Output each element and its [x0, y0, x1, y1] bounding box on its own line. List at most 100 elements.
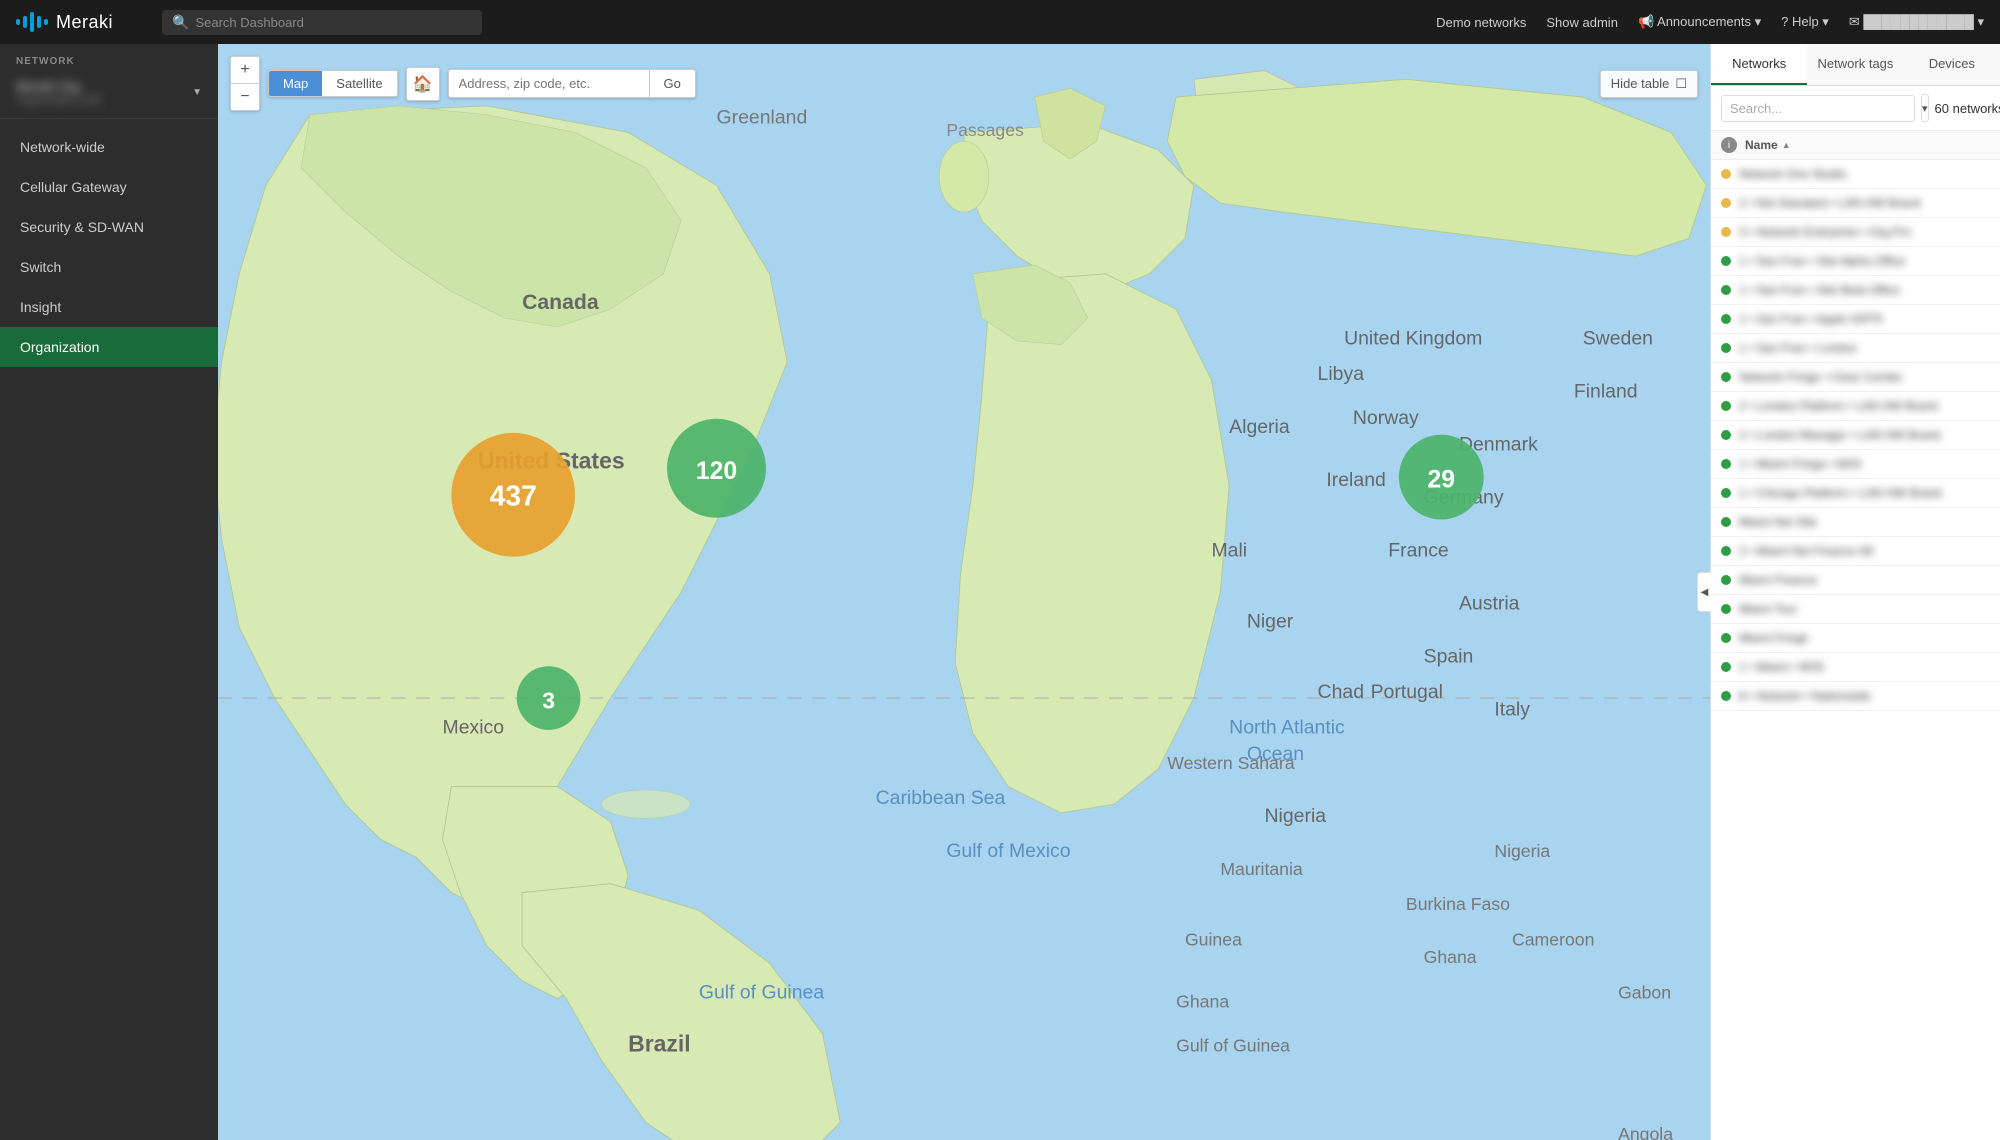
status-dot [1721, 604, 1731, 614]
svg-text:Cameroon: Cameroon [1512, 930, 1594, 950]
user-menu[interactable]: ✉ ████████████ ▾ [1849, 14, 1984, 30]
network-row[interactable]: 1 • San Fran • Apple GRT9 [1711, 305, 2000, 334]
status-dot [1721, 314, 1731, 324]
panel-header-row: i Name ▲ [1711, 131, 2000, 160]
svg-text:Burkina Faso: Burkina Faso [1406, 894, 1510, 914]
network-name: 1 • San Fran • Site Alpha Office [1739, 254, 1905, 268]
network-row[interactable]: 8 • Network • Nationwide [1711, 682, 2000, 711]
svg-text:Nigeria: Nigeria [1265, 805, 1327, 827]
network-name: 1 • San Fran • Site Beta Office [1739, 283, 1900, 297]
sidebar-item-network-wide[interactable]: Network-wide [0, 127, 218, 167]
status-dot [1721, 517, 1731, 527]
tab-devices[interactable]: Devices [1904, 44, 2000, 85]
zoom-out-button[interactable]: − [231, 84, 259, 110]
status-dot [1721, 459, 1731, 469]
sidebar-item-label: Cellular Gateway [20, 179, 127, 195]
svg-text:Libya: Libya [1318, 363, 1365, 385]
svg-text:Guinea: Guinea [1185, 930, 1242, 950]
go-button[interactable]: Go [649, 70, 695, 97]
panel-dropdown-button[interactable]: ▾ [1921, 94, 1929, 122]
address-input[interactable] [449, 70, 649, 97]
network-row[interactable]: Miami Net Site [1711, 508, 2000, 537]
network-selector[interactable]: Meraki Org Organization (All) ▼ [16, 75, 202, 110]
svg-text:Passages: Passages [946, 120, 1024, 140]
main-layout: NETWORK Meraki Org Organization (All) ▼ … [0, 44, 2000, 1140]
status-dot [1721, 372, 1731, 382]
search-area[interactable]: 🔍 [162, 10, 482, 35]
search-input[interactable] [195, 15, 472, 30]
network-row[interactable]: Miami Fringe [1711, 624, 2000, 653]
help-menu[interactable]: ? Help ▾ [1781, 14, 1829, 30]
status-dot [1721, 227, 1731, 237]
network-row[interactable]: 1 • San Fran • Site Alpha Office [1711, 247, 2000, 276]
show-admin-link[interactable]: Show admin [1546, 15, 1618, 30]
panel-collapse-button[interactable]: ◀ [1697, 572, 1711, 612]
svg-text:Caribbean Sea: Caribbean Sea [876, 787, 1006, 809]
network-row[interactable]: 1 • San Fran • London [1711, 334, 2000, 363]
status-dot [1721, 662, 1731, 672]
tab-networks[interactable]: Networks [1711, 44, 1807, 85]
sidebar-item-organization[interactable]: Organization [0, 327, 218, 367]
status-dot [1721, 256, 1731, 266]
home-button[interactable]: 🏠 [406, 67, 440, 101]
svg-text:Niger: Niger [1247, 610, 1294, 632]
sidebar-item-switch[interactable]: Switch [0, 247, 218, 287]
svg-text:Ghana: Ghana [1424, 947, 1477, 967]
network-row[interactable]: Network Fringe • Clear Combo [1711, 363, 2000, 392]
svg-text:France: France [1388, 540, 1449, 562]
topbar-right: Demo networks Show admin 📢 Announcements… [1436, 14, 1984, 30]
sidebar-item-cellular-gateway[interactable]: Cellular Gateway [0, 167, 218, 207]
network-name: 8 • Network • Nationwide [1739, 689, 1871, 703]
network-row[interactable]: Miami Tour [1711, 595, 2000, 624]
hide-table-button[interactable]: Hide table ☐ [1600, 70, 1698, 98]
svg-text:Mauritania: Mauritania [1220, 859, 1303, 879]
panel-search-input[interactable] [1721, 95, 1915, 122]
svg-text:Ocean: Ocean [1247, 743, 1304, 765]
network-row[interactable]: 2 • London Manager • LAN HW Brand [1711, 421, 2000, 450]
status-dot [1721, 633, 1731, 643]
hide-table-checkbox[interactable]: ☐ [1675, 76, 1687, 92]
network-row[interactable]: 3 • Network Enterprise • Org Pro [1711, 218, 2000, 247]
sidebar-item-label: Network-wide [20, 139, 105, 155]
demo-networks-link[interactable]: Demo networks [1436, 15, 1526, 30]
network-name: Miami Tour [1739, 602, 1797, 616]
network-row[interactable]: 1 • San Fran • Site Beta Office [1711, 276, 2000, 305]
network-name: 1 • Miami • MX5 [1739, 660, 1824, 674]
network-info: Meraki Org Organization (All) [16, 79, 101, 106]
svg-text:Gulf of Mexico: Gulf of Mexico [946, 840, 1070, 862]
network-row[interactable]: 2 • Miami Net Finance 69 [1711, 537, 2000, 566]
zoom-controls: + − [230, 56, 260, 111]
sort-icon[interactable]: ▲ [1782, 140, 1791, 150]
status-dot [1721, 691, 1731, 701]
network-row[interactable]: 1 • Miami Fringe • MX5 [1711, 450, 2000, 479]
network-row[interactable]: 1 • Chicago Platform • LAN HW Brand [1711, 479, 2000, 508]
network-row[interactable]: Network One Studio [1711, 160, 2000, 189]
svg-text:Gulf of Guinea: Gulf of Guinea [1176, 1036, 1290, 1056]
sidebar-item-security[interactable]: Security & SD-WAN [0, 207, 218, 247]
zoom-in-button[interactable]: + [231, 57, 259, 83]
app-title: Meraki [56, 12, 113, 33]
network-name: Network Fringe • Clear Combo [1739, 370, 1902, 384]
address-search: Go [448, 69, 696, 98]
map-type-map-button[interactable]: Map [269, 71, 322, 96]
network-name: 2 • London Platform • LAN HW Brand [1739, 399, 1938, 413]
svg-text:Mali: Mali [1211, 540, 1247, 562]
svg-text:Spain: Spain [1424, 646, 1474, 668]
svg-text:437: 437 [490, 479, 537, 511]
network-row[interactable]: 1 • Miami • MX5 [1711, 653, 2000, 682]
announcements-menu[interactable]: 📢 Announcements ▾ [1638, 14, 1761, 30]
map-type-satellite-button[interactable]: Satellite [322, 71, 396, 96]
network-row[interactable]: 2 • London Platform • LAN HW Brand [1711, 392, 2000, 421]
network-name: Miami Net Site [1739, 515, 1817, 529]
network-name: 2 • London Manager • LAN HW Brand [1739, 428, 1940, 442]
svg-text:Gulf of Guinea: Gulf of Guinea [699, 982, 825, 1004]
svg-text:Algeria: Algeria [1229, 416, 1290, 438]
tab-network-tags[interactable]: Network tags [1807, 44, 1903, 85]
info-icon[interactable]: i [1721, 137, 1737, 153]
network-row[interactable]: 2 • Net Standard • LAN HW Brand [1711, 189, 2000, 218]
status-dot [1721, 169, 1731, 179]
world-map[interactable]: Greenland Canada United States Mexico Br… [218, 44, 1710, 1140]
sidebar-item-insight[interactable]: Insight [0, 287, 218, 327]
network-row[interactable]: Miami Finance [1711, 566, 2000, 595]
status-dot [1721, 575, 1731, 585]
